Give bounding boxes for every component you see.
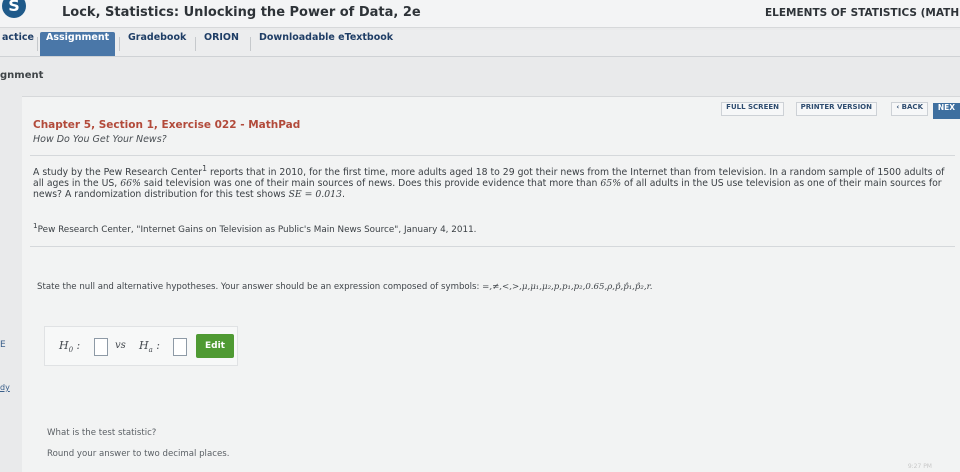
- full-screen-button[interactable]: FULL SCREEN: [721, 102, 784, 116]
- printer-version-button[interactable]: PRINTER VERSION: [795, 102, 877, 116]
- tab-practice[interactable]: actice: [0, 32, 40, 56]
- tab-orion[interactable]: ORION: [198, 32, 245, 56]
- tab-divider: [250, 37, 251, 51]
- tab-divider: [119, 37, 120, 51]
- top-header: S Lock, Statistics: Unlocking the Power …: [0, 0, 960, 28]
- edit-button[interactable]: Edit: [196, 334, 234, 358]
- percent-65: 65%: [600, 178, 622, 190]
- exercise-body: A study by the Pew Research Center1 repo…: [33, 164, 953, 201]
- left-edge-mark: E: [0, 340, 6, 350]
- body-text-1: A study by the Pew Research Center: [33, 167, 203, 179]
- tab-assignment[interactable]: Assignment: [40, 32, 116, 56]
- footnote: 1Pew Research Center, "Internet Gains on…: [33, 221, 476, 235]
- exercise-title: Chapter 5, Section 1, Exercise 022 - Mat…: [33, 119, 301, 131]
- alt-hypothesis-input[interactable]: [173, 338, 187, 356]
- tab-etextbook[interactable]: Downloadable eTextbook: [253, 32, 399, 56]
- exercise-subtitle: How Do You Get Your News?: [33, 134, 167, 145]
- null-hypothesis-label: H0 :: [59, 339, 81, 355]
- tab-divider: [195, 37, 196, 51]
- standard-error: SE = 0.013: [288, 189, 342, 201]
- next-button[interactable]: NEX: [932, 103, 960, 119]
- test-statistic-question: What is the test statistic?: [47, 428, 157, 438]
- vs-label: vs: [115, 340, 126, 351]
- instruction-text: State the null and alternative hypothese…: [37, 282, 483, 292]
- wileyplus-logo[interactable]: S: [2, 0, 26, 18]
- section-label: gnment: [0, 70, 44, 81]
- clock: 9:27 PM: [907, 463, 932, 470]
- body-text-end: .: [341, 189, 345, 201]
- tab-gradebook[interactable]: Gradebook: [122, 32, 192, 56]
- allowed-symbols: =,≠,<,>,μ,μ₁,μ₂,p,p₁,p₂,0.65,ρ,p̂,p̂₁,p̂…: [482, 282, 653, 292]
- divider: [30, 155, 955, 156]
- course-title: ELEMENTS OF STATISTICS (MATH 1: [765, 7, 960, 19]
- rounding-instruction: Round your answer to two decimal places.: [47, 449, 230, 459]
- tab-divider: [37, 37, 38, 51]
- question-instruction: State the null and alternative hypothese…: [37, 282, 652, 292]
- main-nav: actice Assignment Gradebook ORION Downlo…: [0, 30, 960, 57]
- body-text-3: said television was one of their main so…: [140, 178, 601, 190]
- null-hypothesis-input[interactable]: [94, 338, 108, 356]
- left-edge-link[interactable]: dy: [0, 383, 10, 392]
- back-button[interactable]: ‹ BACK: [891, 102, 928, 116]
- alt-hypothesis-label: Ha :: [139, 339, 160, 355]
- percent-66: 66%: [120, 178, 141, 190]
- footnote-text: Pew Research Center, "Internet Gains on …: [37, 224, 477, 235]
- divider: [30, 246, 955, 247]
- book-title: Lock, Statistics: Unlocking the Power of…: [62, 5, 421, 20]
